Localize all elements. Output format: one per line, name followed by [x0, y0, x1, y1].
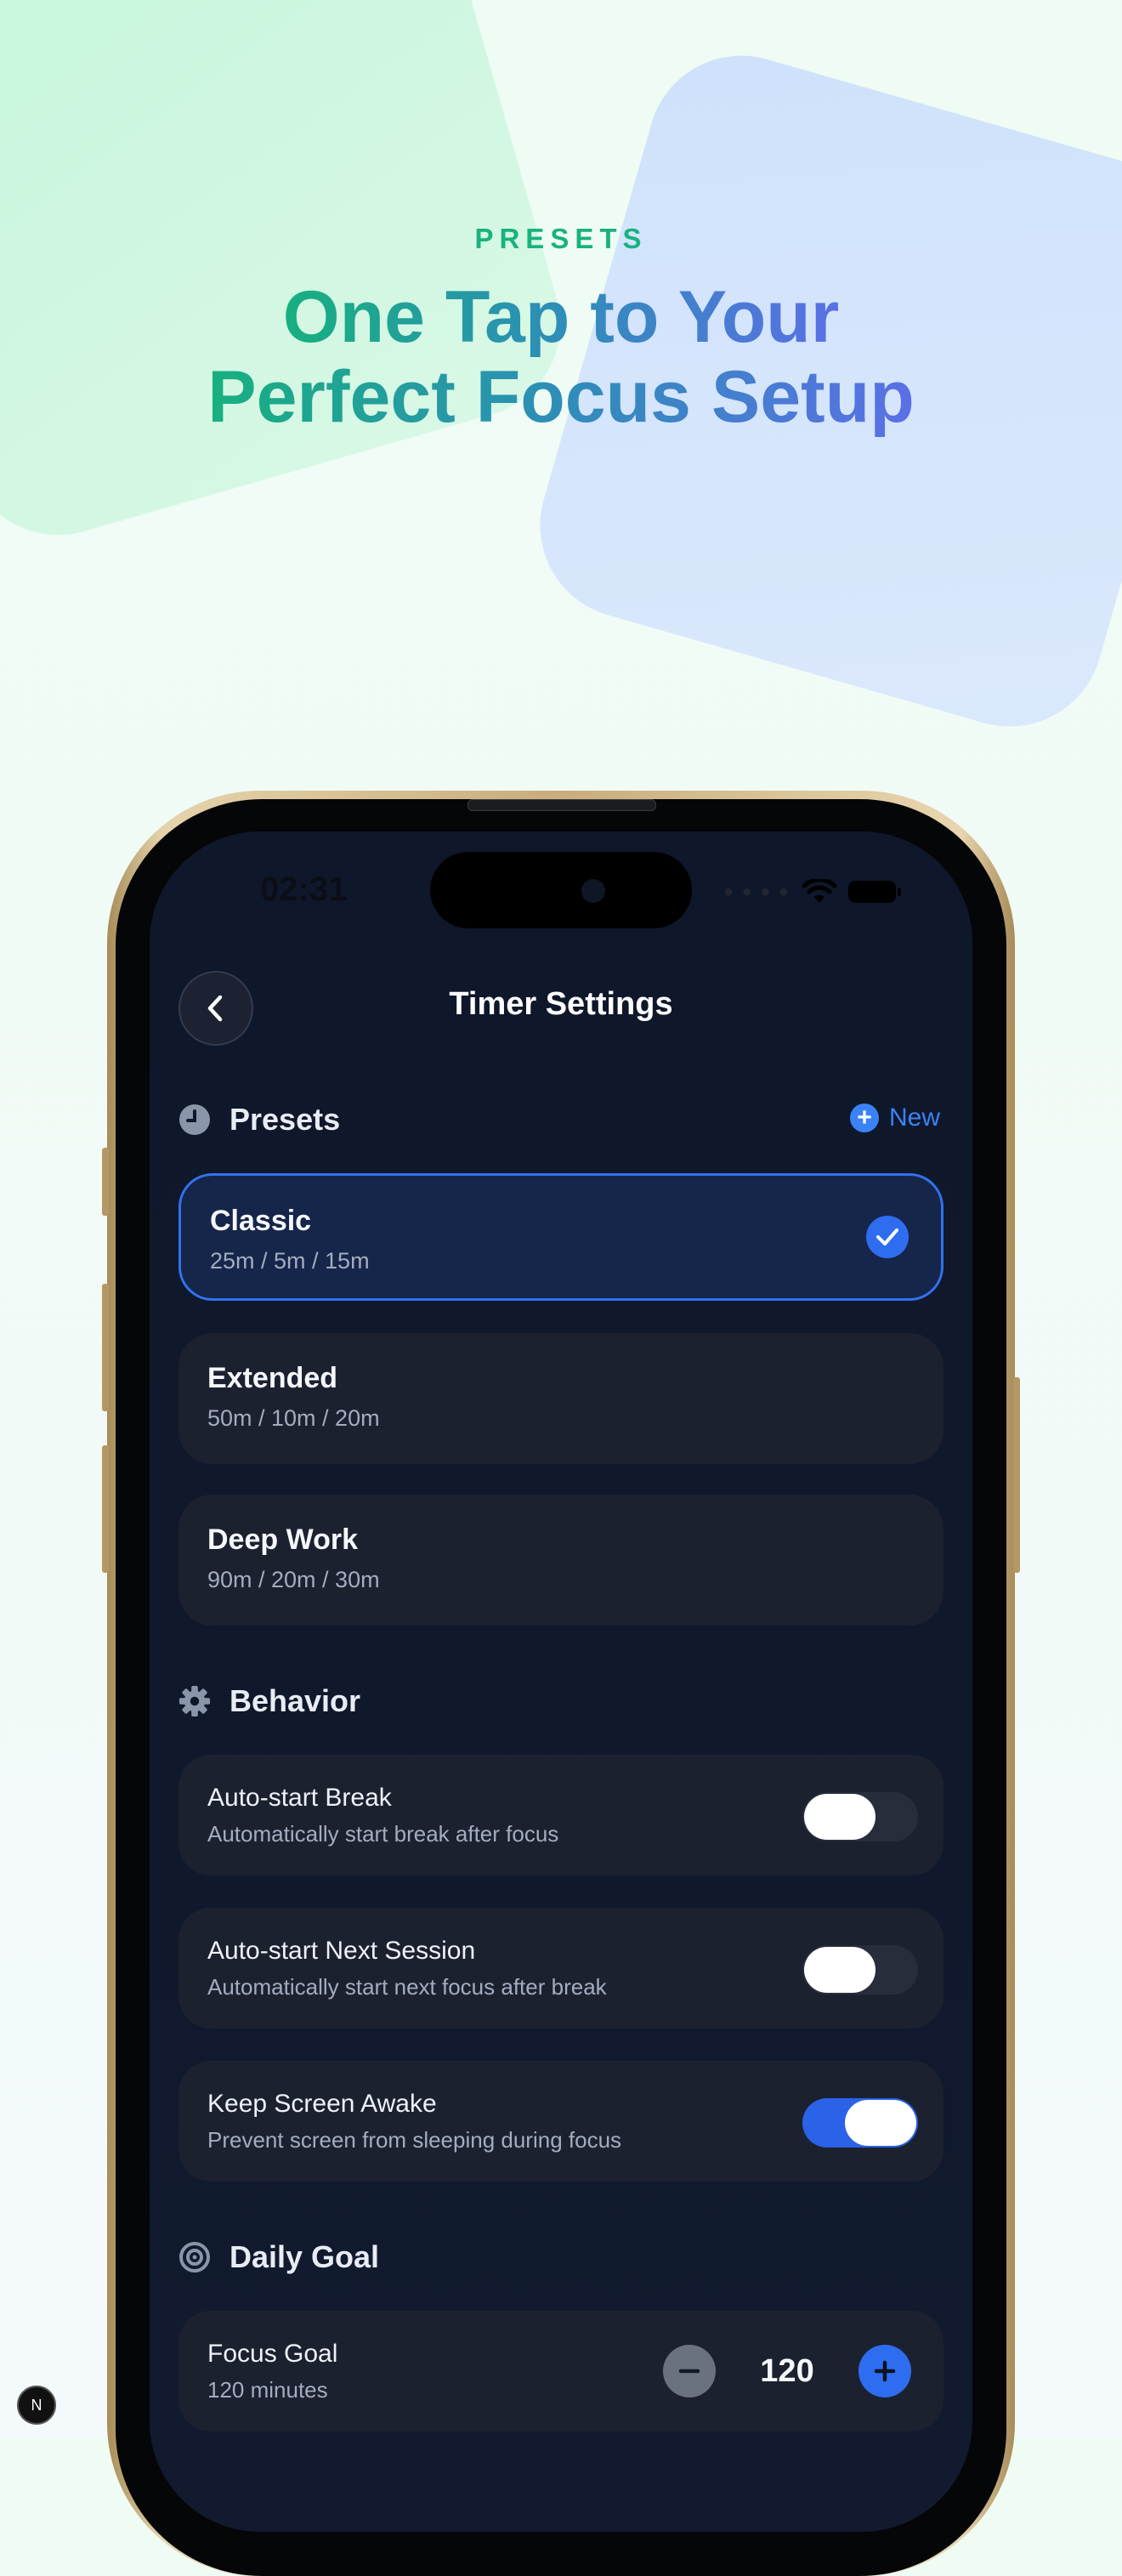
preset-name: Extended [207, 1362, 338, 1394]
preset-durations: 90m / 20m / 30m [207, 1567, 380, 1592]
new-preset-label: New [888, 1104, 940, 1132]
setting-row-auto-start-next: Auto-start Next Session Automatically st… [178, 1908, 944, 2028]
phone-screen: 02:31 ● ● ● ● Timer Settings Presets + N… [150, 831, 972, 2532]
focus-goal-row: Focus Goal 120 minutes 120 [178, 2311, 944, 2431]
increase-button[interactable] [858, 2345, 911, 2397]
auto-start-next-toggle[interactable] [802, 1945, 918, 1994]
auto-start-break-toggle[interactable] [802, 1792, 918, 1841]
status-icons: ● ● ● ● [723, 879, 901, 905]
phone-power-button [1013, 1377, 1020, 1573]
toggle-knob [804, 1947, 876, 1993]
preset-card-classic[interactable]: Classic 25m / 5m / 15m [178, 1173, 944, 1301]
plus-icon [874, 2360, 896, 2382]
hero-eyebrow: PRESETS [474, 223, 648, 254]
new-preset-button[interactable]: + New [849, 1104, 940, 1132]
signal-icon: ● ● ● ● [723, 882, 790, 901]
preset-durations: 50m / 10m / 20m [207, 1405, 380, 1431]
preset-card-deep-work[interactable]: Deep Work 90m / 20m / 30m [178, 1495, 944, 1626]
behavior-heading: Behavior [230, 1683, 361, 1718]
target-icon [178, 2241, 211, 2273]
focus-goal-stepper: 120 [663, 2345, 911, 2397]
battery-icon [848, 881, 901, 903]
dynamic-island [430, 852, 692, 928]
headline-line-1: One Tap to Your [282, 276, 840, 358]
setting-row-keep-screen-awake: Keep Screen Awake Prevent screen from sl… [178, 2061, 944, 2182]
phone-action-button [102, 1148, 109, 1216]
clock-icon [178, 1104, 211, 1136]
hero-headline: One Tap to Your Perfect Focus Setup [0, 277, 1122, 437]
focus-goal-value: 120 [760, 2352, 814, 2389]
presets-section-header: Presets [178, 1102, 340, 1138]
status-time: 02:31 [260, 871, 348, 908]
wifi-icon [802, 879, 836, 903]
phone-volume-up [102, 1284, 109, 1411]
preset-card-extended[interactable]: Extended 50m / 10m / 20m [178, 1333, 944, 1464]
keep-screen-awake-toggle[interactable] [802, 2098, 918, 2148]
minus-icon [678, 2369, 700, 2374]
headline-line-2: Perfect Focus Setup [207, 356, 915, 438]
decrease-button[interactable] [663, 2345, 716, 2397]
daily-goal-section-header: Daily Goal [178, 2239, 379, 2275]
plus-icon: + [849, 1104, 879, 1132]
preset-name: Classic [210, 1205, 312, 1237]
toggle-knob [804, 1794, 876, 1840]
behavior-section-header: Behavior [178, 1683, 360, 1719]
presets-heading: Presets [230, 1102, 341, 1137]
setting-row-auto-start-break: Auto-start Break Automatically start bre… [178, 1755, 944, 1875]
preset-name: Deep Work [207, 1523, 358, 1556]
check-icon [866, 1216, 909, 1258]
phone-volume-down [102, 1445, 109, 1573]
gear-icon [178, 1685, 211, 1717]
corner-badge[interactable]: N [17, 2386, 56, 2425]
page-title: Timer Settings [449, 986, 673, 1022]
toggle-knob [845, 2100, 916, 2146]
phone-speaker [468, 799, 656, 811]
preset-durations: 25m / 5m / 15m [210, 1248, 370, 1274]
daily-goal-heading: Daily Goal [230, 2239, 380, 2274]
front-camera [581, 879, 605, 903]
